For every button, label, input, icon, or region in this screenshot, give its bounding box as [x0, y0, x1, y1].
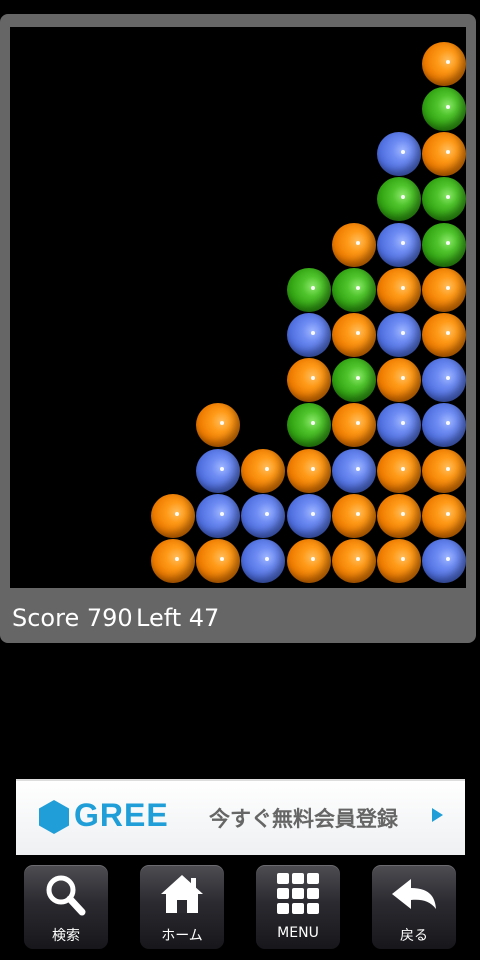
green-ball[interactable] — [422, 87, 466, 131]
orange-ball[interactable] — [331, 493, 376, 538]
orange-ball[interactable] — [331, 222, 376, 267]
orange-ball[interactable] — [286, 539, 331, 583]
grid-menu-icon — [277, 873, 319, 914]
gree-hexagon-icon — [39, 800, 69, 834]
search-icon — [46, 875, 86, 916]
back-arrow-icon — [392, 879, 436, 909]
home-button[interactable]: ホーム — [140, 865, 224, 949]
blue-ball[interactable] — [422, 358, 466, 403]
search-label: 検索 — [52, 928, 80, 944]
blue-ball[interactable] — [286, 313, 331, 357]
blue-ball[interactable] — [196, 493, 241, 538]
blue-ball[interactable] — [377, 403, 421, 448]
orange-ball[interactable] — [422, 267, 466, 312]
orange-ball[interactable] — [286, 448, 331, 493]
blue-ball[interactable] — [422, 539, 466, 583]
green-ball[interactable] — [286, 267, 331, 312]
gree-brand-text: GREE — [74, 797, 169, 833]
orange-ball[interactable] — [151, 539, 195, 583]
blue-ball[interactable] — [331, 448, 376, 493]
score-label: Score 790 — [12, 604, 133, 632]
ad-cta-text: 今すぐ無料会員登録 — [209, 807, 398, 831]
home-label: ホーム — [161, 928, 203, 944]
orange-ball[interactable] — [241, 448, 286, 493]
blue-ball[interactable] — [422, 403, 466, 448]
orange-ball[interactable] — [286, 358, 331, 403]
gree-ad-banner[interactable]: GREE 今すぐ無料会員登録 — [16, 779, 465, 855]
back-button[interactable]: 戻る — [372, 865, 456, 949]
orange-ball[interactable] — [331, 313, 376, 357]
green-ball[interactable] — [331, 267, 376, 312]
blue-ball[interactable] — [241, 539, 286, 583]
orange-ball[interactable] — [331, 539, 376, 583]
orange-ball[interactable] — [377, 493, 421, 538]
blue-ball[interactable] — [377, 313, 421, 357]
orange-ball[interactable] — [422, 313, 466, 357]
orange-ball[interactable] — [377, 267, 421, 312]
blue-ball[interactable] — [377, 132, 421, 177]
orange-ball[interactable] — [151, 493, 195, 538]
orange-ball[interactable] — [377, 539, 421, 583]
blue-ball[interactable] — [377, 222, 421, 267]
green-ball[interactable] — [286, 403, 331, 448]
left-count-label: Left 47 — [136, 604, 220, 632]
orange-ball[interactable] — [196, 403, 241, 448]
menu-button[interactable]: MENU — [256, 865, 340, 949]
blue-ball[interactable] — [241, 493, 286, 538]
green-ball[interactable] — [422, 222, 466, 267]
menu-label: MENU — [277, 925, 319, 941]
orange-ball[interactable] — [331, 403, 376, 448]
orange-ball[interactable] — [422, 493, 466, 538]
home-icon — [161, 875, 203, 913]
orange-ball[interactable] — [377, 448, 421, 493]
green-ball[interactable] — [422, 177, 466, 222]
orange-ball[interactable] — [422, 132, 466, 177]
blue-ball[interactable] — [196, 448, 241, 493]
blue-ball[interactable] — [286, 493, 331, 538]
game-board[interactable] — [10, 27, 466, 588]
green-ball[interactable] — [331, 358, 376, 403]
orange-ball[interactable] — [196, 539, 241, 583]
orange-ball[interactable] — [422, 41, 466, 86]
search-button[interactable]: 検索 — [24, 865, 108, 949]
back-label: 戻る — [400, 928, 428, 944]
orange-ball[interactable] — [422, 448, 466, 493]
play-arrow-icon — [432, 808, 443, 822]
green-ball[interactable] — [377, 177, 421, 222]
orange-ball[interactable] — [377, 358, 421, 403]
game-frame — [0, 14, 476, 643]
